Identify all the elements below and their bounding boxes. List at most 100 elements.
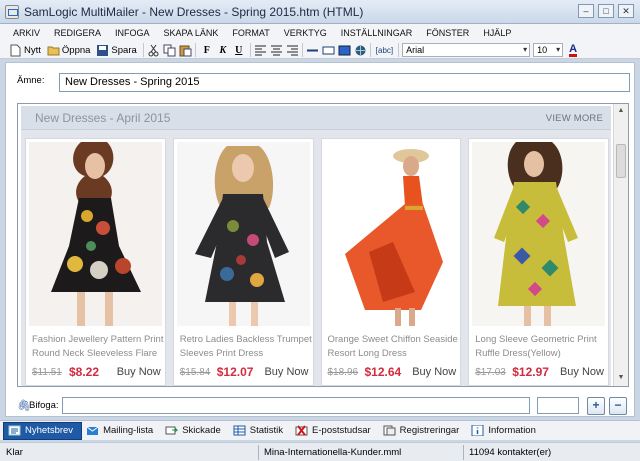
tab-information[interactable]: Information: [467, 422, 544, 440]
insert-field-button[interactable]: [abc]: [374, 46, 395, 55]
status-divider: [258, 445, 259, 460]
module-tab-bar: Nyhetsbrev Mailing-lista Skickade Statis…: [0, 420, 640, 440]
font-family-select[interactable]: Arial: [402, 43, 531, 57]
tab-label: Statistik: [249, 425, 284, 436]
statistics-icon: [233, 425, 246, 436]
product-price: $12.07: [216, 365, 254, 379]
tab-label: Registreringar: [399, 425, 460, 436]
underline-button[interactable]: U: [231, 45, 247, 56]
font-family-value: Arial: [406, 45, 425, 55]
align-right-icon[interactable]: [286, 44, 299, 57]
remove-attachment-button[interactable]: −: [609, 397, 627, 415]
mailing-list-icon: [86, 426, 99, 435]
menu-skapa-lank[interactable]: SKAPA LÄNK: [157, 24, 226, 42]
maximize-button[interactable]: □: [598, 4, 614, 18]
toolbar-separator: [142, 43, 144, 57]
align-center-icon[interactable]: [270, 44, 283, 57]
tab-statistik[interactable]: Statistik: [229, 422, 291, 440]
tab-e-poststudsar[interactable]: E-poststudsar: [291, 422, 379, 440]
table-icon[interactable]: [322, 44, 335, 57]
menu-redigera[interactable]: REDIGERA: [47, 24, 108, 42]
font-size-value: 10: [537, 45, 548, 55]
subject-input[interactable]: New Dresses - Spring 2015: [59, 73, 630, 92]
save-label: Spara: [111, 44, 137, 56]
product-price: $12.64: [364, 365, 402, 379]
menu-installningar[interactable]: INSTÄLLNINGAR: [334, 24, 420, 42]
copy-icon[interactable]: [163, 44, 176, 57]
tab-registreringar[interactable]: Registreringar: [379, 422, 468, 440]
scroll-up-icon[interactable]: ▲: [615, 105, 627, 117]
product-image: [472, 142, 606, 326]
paste-icon[interactable]: [179, 44, 192, 57]
buy-now-link[interactable]: Buy Now: [412, 366, 456, 378]
new-button[interactable]: Nytt: [6, 42, 44, 58]
link-icon[interactable]: [354, 44, 367, 57]
product-name: Orange Sweet Chiffon Seaside Resort Long…: [327, 334, 458, 359]
product-old-price: $15.84: [179, 367, 211, 378]
tab-mailing-lista[interactable]: Mailing-lista: [82, 422, 161, 440]
add-attachment-button[interactable]: +: [587, 397, 605, 415]
attachment-row: 🖇 Bifoga: + −: [17, 397, 629, 415]
product-name: Fashion Jewellery Pattern Print Round Ne…: [32, 334, 164, 359]
window-title: SamLogic MultiMailer - New Dresses - Spr…: [24, 5, 364, 19]
product-name: Long Sleeve Geometric Print Ruffle Dress…: [475, 334, 597, 359]
tab-skickade[interactable]: Skickade: [161, 422, 229, 440]
image-icon[interactable]: [338, 44, 351, 57]
menu-fonster[interactable]: FÖNSTER: [419, 24, 476, 42]
status-state: Klar: [6, 447, 23, 458]
toolbar-separator: [249, 43, 251, 57]
product-card[interactable]: Fashion Jewellery Pattern Print Round Ne…: [25, 138, 166, 386]
menu-arkiv[interactable]: ARKIV: [6, 24, 47, 42]
html-editor[interactable]: New Dresses - April 2015 VIEW MORE Fashi…: [17, 103, 629, 387]
tab-label: Information: [488, 425, 536, 436]
menu-verktyg[interactable]: VERKTYG: [277, 24, 334, 42]
bold-button[interactable]: F: [199, 45, 215, 56]
newsletter-body: New Dresses - April 2015 VIEW MORE Fashi…: [21, 106, 611, 386]
attachment-size-field[interactable]: [537, 397, 579, 414]
menu-infoga[interactable]: INFOGA: [108, 24, 157, 42]
align-left-icon[interactable]: [254, 44, 267, 57]
product-card[interactable]: Retro Ladies Backless Trumpet Sleeves Pr…: [172, 138, 314, 386]
buy-now-link[interactable]: Buy Now: [117, 366, 161, 378]
tab-label: Mailing-lista: [103, 425, 154, 436]
menu-format[interactable]: FORMAT: [225, 24, 276, 42]
product-image: [176, 142, 310, 326]
view-more-link[interactable]: VIEW MORE: [546, 113, 603, 124]
save-button[interactable]: Spara: [93, 42, 139, 58]
menu-bar: ARKIV REDIGERA INFOGA SKAPA LÄNK FORMAT …: [0, 24, 640, 42]
newsletter-title: New Dresses - April 2015: [35, 111, 171, 125]
toolbar: Nytt Öppna Spara F K U [abc] Arial 10 A: [0, 42, 640, 59]
cut-icon[interactable]: [147, 44, 160, 57]
subject-label: Ämne:: [17, 75, 45, 86]
toolbar-separator: [369, 43, 371, 57]
buy-now-link[interactable]: Buy Now: [560, 366, 604, 378]
save-disk-icon: [97, 44, 109, 56]
scrollbar-thumb[interactable]: [616, 144, 626, 178]
open-button[interactable]: Öppna: [44, 42, 94, 58]
product-grid: Fashion Jewellery Pattern Print Round Ne…: [25, 138, 609, 386]
font-size-select[interactable]: 10: [533, 43, 564, 57]
attachment-field[interactable]: [62, 397, 530, 414]
editor-scrollbar[interactable]: ▲ ▼: [613, 104, 628, 386]
font-color-button[interactable]: A: [569, 42, 578, 57]
buy-now-link[interactable]: Buy Now: [264, 366, 308, 378]
horizontal-line-icon[interactable]: [306, 44, 319, 57]
new-document-icon: [10, 44, 21, 56]
scroll-down-icon[interactable]: ▼: [615, 372, 627, 384]
product-card[interactable]: Orange Sweet Chiffon Seaside Resort Long…: [320, 138, 462, 386]
italic-button[interactable]: K: [215, 45, 231, 56]
close-button[interactable]: ✕: [618, 4, 634, 18]
font-color-label: A: [569, 42, 578, 55]
toolbar-separator: [398, 43, 400, 57]
editor-panel: Ämne: New Dresses - Spring 2015 New Dres…: [5, 62, 635, 417]
product-card[interactable]: Long Sleeve Geometric Print Ruffle Dress…: [468, 138, 609, 386]
tab-label: E-poststudsar: [312, 425, 371, 436]
minimize-button[interactable]: –: [578, 4, 594, 18]
menu-hjalp[interactable]: HJÄLP: [476, 24, 518, 42]
newsletter-icon: [8, 425, 21, 436]
new-label: Nytt: [24, 44, 41, 56]
product-price: $12.97: [512, 365, 549, 379]
tab-nyhetsbrev[interactable]: Nyhetsbrev: [3, 421, 83, 440]
sent-icon: [165, 426, 179, 435]
tab-label: Skickade: [182, 425, 221, 436]
